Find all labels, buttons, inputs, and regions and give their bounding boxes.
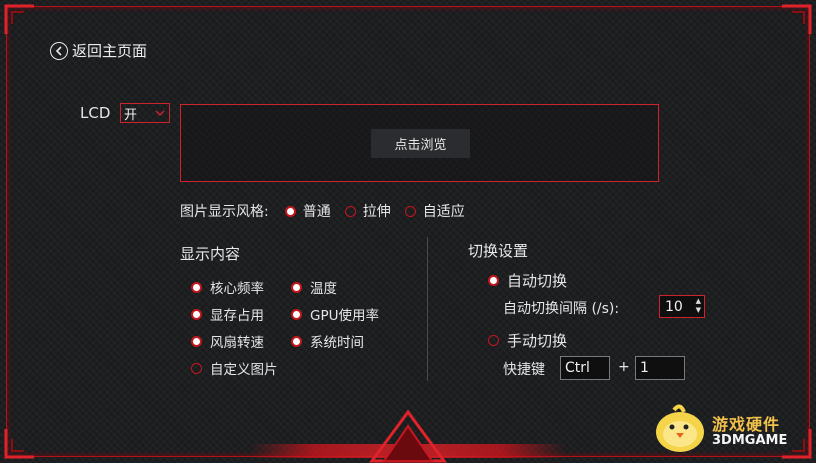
display-option-vram-usage[interactable]: 显存占用 [191, 304, 264, 324]
image-style-row: 图片显示风格: 普通 拉伸 自适应 [180, 201, 465, 221]
back-label: 返回主页面 [72, 42, 148, 60]
chick-mascot-icon [656, 404, 704, 452]
image-style-option-fit[interactable]: 自适应 [404, 201, 465, 221]
display-option-custom-image[interactable]: 自定义图片 [191, 358, 278, 378]
chevron-left-icon [50, 41, 68, 60]
radio-unselected-icon [191, 362, 202, 374]
display-option-fan-speed[interactable]: 风扇转速 [191, 331, 264, 351]
radio-selected-icon [291, 335, 302, 347]
lcd-toggle-select[interactable]: 开 [120, 103, 170, 123]
chevron-down-icon [155, 106, 165, 123]
interval-spinbox[interactable]: 10 ▲ ▼ [659, 295, 705, 318]
radio-selected-icon [488, 275, 499, 286]
display-option-core-clock[interactable]: 核心频率 [191, 277, 264, 297]
watermark-line1: 游戏硬件 [712, 415, 781, 434]
switch-settings-title: 切换设置 [468, 242, 529, 260]
corner-ornament [4, 415, 48, 459]
hotkey-label: 快捷键 [503, 362, 545, 378]
interval-value: 10 [665, 298, 683, 315]
radio-unselected-icon [344, 205, 356, 217]
lcd-select-value: 开 [124, 107, 138, 123]
display-option-gpu-usage[interactable]: GPU使用率 [291, 304, 379, 324]
radio-selected-icon [191, 335, 202, 347]
radio-unselected-icon [404, 205, 416, 217]
interval-label: 自动切换间隔 (/s): [503, 301, 620, 317]
radio-selected-icon [191, 308, 202, 320]
bottom-triangle-ornament [369, 409, 447, 463]
back-to-home-button[interactable]: 返回主页面 [50, 40, 147, 61]
image-preview-area: 点击浏览 [180, 104, 659, 182]
display-option-temperature[interactable]: 温度 [291, 277, 337, 297]
manual-switch-option[interactable]: 手动切换 [488, 330, 567, 351]
app-window: 返回主页面 LCD 开 点击浏览 图片显示风格: 普通 拉伸 自适应 显示内容 … [0, 0, 816, 463]
hotkey-key-input[interactable]: 1 [635, 356, 685, 380]
display-option-system-time[interactable]: 系统时间 [291, 331, 364, 351]
radio-selected-icon [191, 281, 202, 293]
corner-ornament [768, 4, 812, 48]
display-content-title: 显示内容 [180, 245, 241, 263]
section-divider [427, 237, 428, 381]
corner-ornament [4, 4, 48, 48]
image-style-option-stretch[interactable]: 拉伸 [344, 201, 391, 221]
browse-button[interactable]: 点击浏览 [371, 129, 470, 158]
hotkey-modifier-input[interactable]: Ctrl [560, 356, 610, 380]
radio-selected-icon [291, 308, 302, 320]
spin-arrows-icon[interactable]: ▲ ▼ [696, 297, 701, 315]
auto-switch-option[interactable]: 自动切换 [488, 270, 567, 291]
radio-selected-icon [291, 281, 302, 293]
radio-selected-icon [284, 205, 296, 217]
lcd-label: LCD [80, 104, 111, 122]
window-border [6, 6, 810, 457]
image-style-label: 图片显示风格: [180, 204, 269, 220]
image-style-option-normal[interactable]: 普通 [284, 201, 331, 221]
watermark-line2: 3DMGAME [712, 433, 788, 448]
hotkey-plus-sign: + [618, 359, 630, 375]
radio-unselected-icon [488, 335, 499, 346]
watermark-logo: 游戏硬件 3DMGAME [650, 400, 810, 458]
